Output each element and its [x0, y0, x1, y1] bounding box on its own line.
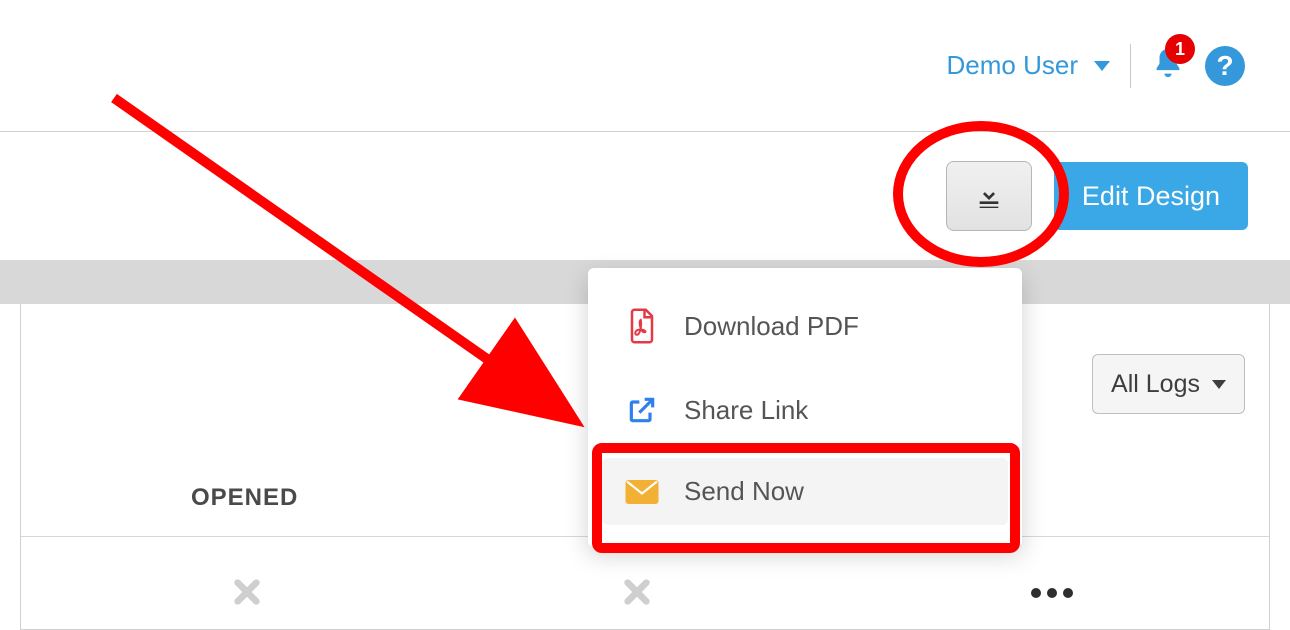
- divider: [1130, 44, 1131, 88]
- x-icon: [231, 576, 263, 608]
- logs-dropdown-label: All Logs: [1111, 370, 1200, 399]
- download-button[interactable]: [946, 161, 1032, 231]
- mail-icon: [624, 478, 660, 506]
- menu-item-send-now[interactable]: Send Now: [602, 458, 1008, 525]
- edit-design-button[interactable]: Edit Design: [1054, 162, 1248, 230]
- more-options-button[interactable]: [1031, 588, 1073, 598]
- notifications-button[interactable]: 1: [1151, 44, 1185, 87]
- menu-item-label: Share Link: [684, 395, 808, 426]
- download-menu: Download PDF Share Link Send Now: [588, 268, 1022, 547]
- close-icon[interactable]: [621, 576, 653, 613]
- caret-down-icon: [1212, 380, 1226, 389]
- x-icon: [621, 576, 653, 608]
- caret-down-icon: [1094, 61, 1110, 71]
- user-name-label: Demo User: [947, 50, 1078, 81]
- logs-dropdown[interactable]: All Logs: [1092, 354, 1245, 414]
- menu-item-label: Send Now: [684, 476, 804, 507]
- download-icon: [973, 180, 1005, 212]
- menu-item-download-pdf[interactable]: Download PDF: [602, 290, 1008, 362]
- notification-badge: 1: [1165, 34, 1195, 64]
- close-icon[interactable]: [231, 576, 263, 613]
- menu-item-share-link[interactable]: Share Link: [602, 376, 1008, 444]
- external-link-icon: [624, 394, 660, 426]
- pdf-icon: [624, 308, 660, 344]
- column-header-opened: OPENED: [191, 484, 298, 512]
- help-button[interactable]: ?: [1205, 46, 1245, 86]
- menu-item-label: Download PDF: [684, 311, 859, 342]
- user-menu[interactable]: Demo User: [947, 50, 1110, 81]
